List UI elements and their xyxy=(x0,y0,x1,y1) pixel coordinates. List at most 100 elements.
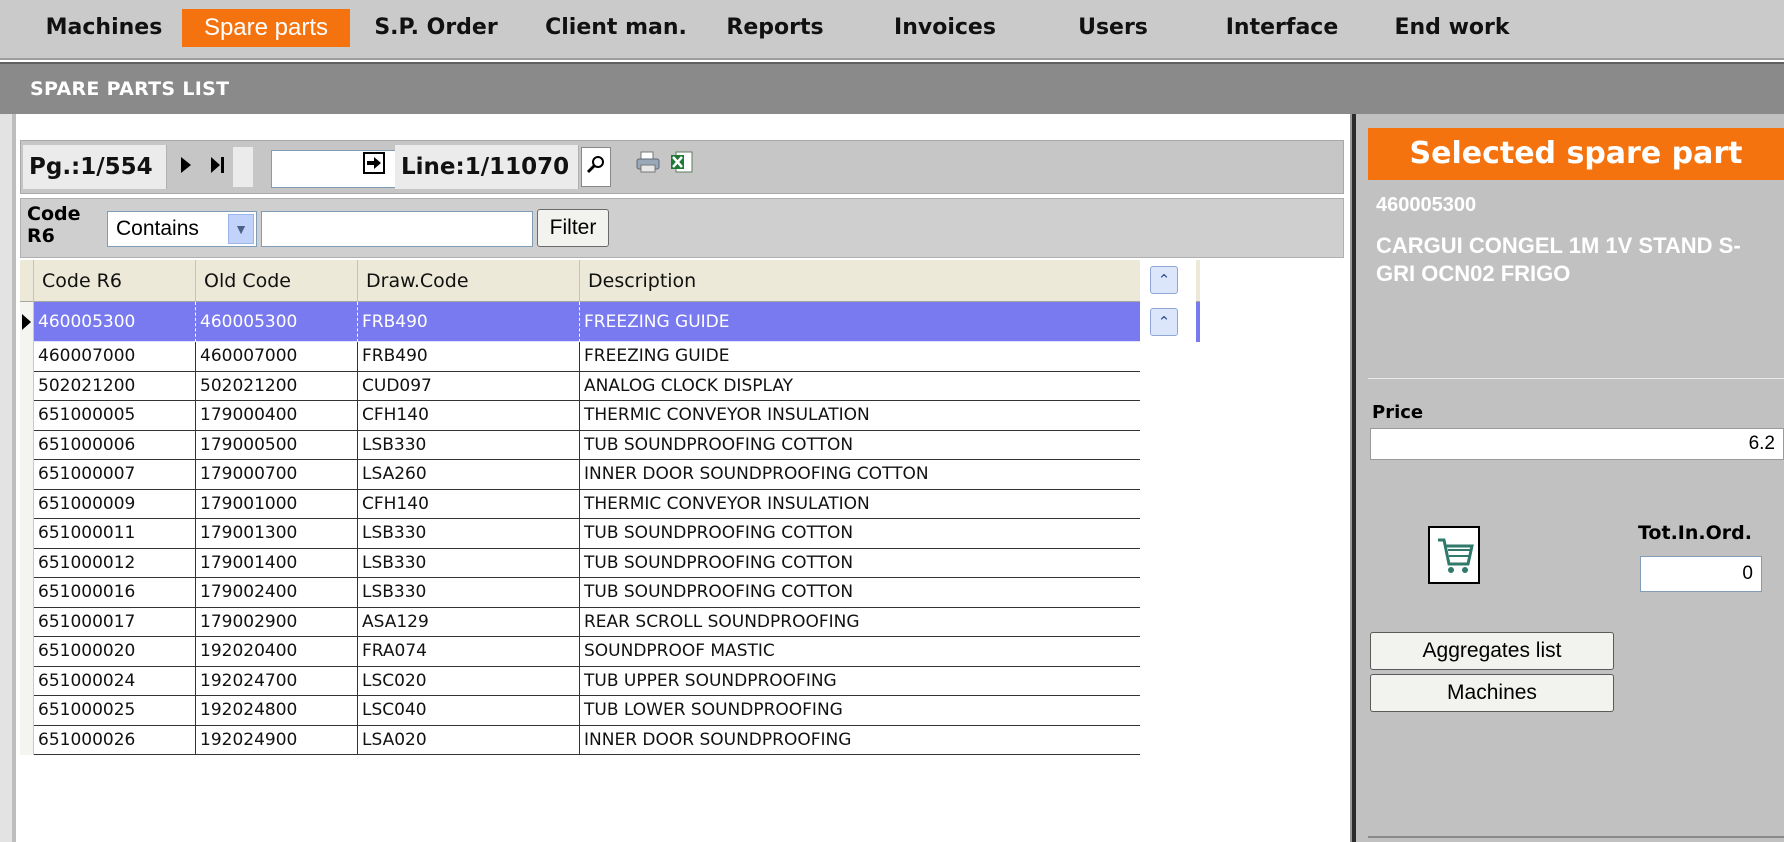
cell-draw-code[interactable]: LSB330 xyxy=(358,430,580,460)
cell-draw-code[interactable]: FRB490 xyxy=(358,302,580,342)
nav-interface[interactable]: Interface xyxy=(1218,9,1346,47)
cell-description[interactable]: FREEZING GUIDE xyxy=(580,302,1144,342)
cell-old-code[interactable]: 179001000 xyxy=(196,489,358,519)
cell-code-r6[interactable]: 651000024 xyxy=(34,666,196,696)
cell-draw-code[interactable]: CUD097 xyxy=(358,371,580,401)
cell-old-code[interactable]: 192024700 xyxy=(196,666,358,696)
table-scrollbar[interactable]: ⌃ ⌃ xyxy=(1140,260,1196,842)
cell-description[interactable]: THERMIC CONVEYOR INSULATION xyxy=(580,401,1144,431)
aggregates-list-button[interactable]: Aggregates list xyxy=(1370,632,1614,670)
play-icon[interactable] xyxy=(173,147,199,187)
cell-code-r6[interactable]: 651000025 xyxy=(34,696,196,726)
cell-description[interactable]: ANALOG CLOCK DISPLAY xyxy=(580,371,1144,401)
nav-spare-parts[interactable]: Spare parts xyxy=(182,9,350,47)
cell-draw-code[interactable]: ASA129 xyxy=(358,607,580,637)
table-row[interactable]: 651000009 179001000 CFH140 THERMIC CONVEYOR… xyxy=(20,489,1200,519)
cell-old-code[interactable]: 460005300 xyxy=(196,302,358,342)
scroll-up-icon[interactable]: ⌃ xyxy=(1150,308,1178,336)
cell-old-code[interactable]: 179002900 xyxy=(196,607,358,637)
row-header[interactable] xyxy=(20,302,34,342)
nav-client-man[interactable]: Client man. xyxy=(534,9,698,47)
match-mode-select[interactable]: Contains ▼ xyxy=(107,211,257,247)
column-header-code-r6[interactable]: Code R6 xyxy=(34,260,196,302)
cell-old-code[interactable]: 179001400 xyxy=(196,548,358,578)
filter-button[interactable]: Filter xyxy=(537,209,609,247)
row-header[interactable] xyxy=(20,548,34,578)
cell-old-code[interactable]: 179000500 xyxy=(196,430,358,460)
nav-sp-order[interactable]: S.P. Order xyxy=(372,9,500,47)
cell-code-r6[interactable]: 651000020 xyxy=(34,637,196,667)
filter-input[interactable] xyxy=(261,211,533,247)
cell-description[interactable]: TUB SOUNDPROOFING COTTON xyxy=(580,430,1144,460)
scroll-top-icon[interactable]: ⌃ xyxy=(1150,266,1178,294)
cell-draw-code[interactable]: FRA074 xyxy=(358,637,580,667)
row-header[interactable] xyxy=(20,430,34,460)
table-row[interactable]: 651000011 179001300 LSB330 TUB SOUNDPROOFIN… xyxy=(20,519,1200,549)
cell-code-r6[interactable]: 651000012 xyxy=(34,548,196,578)
row-header[interactable] xyxy=(20,371,34,401)
cell-description[interactable]: TUB UPPER SOUNDPROOFING xyxy=(580,666,1144,696)
cell-description[interactable]: TUB SOUNDPROOFING COTTON xyxy=(580,548,1144,578)
cell-old-code[interactable]: 192024800 xyxy=(196,696,358,726)
search-icon[interactable] xyxy=(581,147,611,187)
nav-users[interactable]: Users xyxy=(1068,9,1158,47)
cell-code-r6[interactable]: 651000007 xyxy=(34,460,196,490)
row-header[interactable] xyxy=(20,489,34,519)
print-icon[interactable] xyxy=(635,147,661,187)
cell-description[interactable]: INNER DOOR SOUNDPROOFING xyxy=(580,725,1144,755)
cell-old-code[interactable]: 179000700 xyxy=(196,460,358,490)
cell-old-code[interactable]: 179000400 xyxy=(196,401,358,431)
table-row[interactable]: 651000017 179002900 ASA129 REAR SCROLL SOUN… xyxy=(20,607,1200,637)
cell-code-r6[interactable]: 651000009 xyxy=(34,489,196,519)
table-row[interactable]: 651000007 179000700 LSA260 INNER DOOR SOUND… xyxy=(20,460,1200,490)
table-row[interactable]: 651000024 192024700 LSC020 TUB UPPER SOUNDP… xyxy=(20,666,1200,696)
row-header[interactable] xyxy=(20,607,34,637)
table-row[interactable]: 651000025 192024800 LSC040 TUB LOWER SOUNDP… xyxy=(20,696,1200,726)
column-header-description[interactable]: Description xyxy=(580,260,1144,302)
nav-machines[interactable]: Machines xyxy=(40,9,168,47)
row-header[interactable] xyxy=(20,342,34,372)
cell-draw-code[interactable]: LSC040 xyxy=(358,696,580,726)
row-header[interactable] xyxy=(20,519,34,549)
table-row[interactable]: 651000026 192024900 LSA020 INNER DOOR SOUND… xyxy=(20,725,1200,755)
cell-description[interactable]: REAR SCROLL SOUNDPROOFING xyxy=(580,607,1144,637)
cell-description[interactable]: FREEZING GUIDE xyxy=(580,342,1144,372)
cell-description[interactable]: THERMIC CONVEYOR INSULATION xyxy=(580,489,1144,519)
cell-description[interactable]: SOUNDPROOF MASTIC xyxy=(580,637,1144,667)
cell-old-code[interactable]: 179001300 xyxy=(196,519,358,549)
cell-old-code[interactable]: 460007000 xyxy=(196,342,358,372)
row-header[interactable] xyxy=(20,725,34,755)
cart-icon[interactable] xyxy=(1428,526,1480,584)
cell-code-r6[interactable]: 651000016 xyxy=(34,578,196,608)
nav-reports[interactable]: Reports xyxy=(720,9,830,47)
table-row[interactable]: 651000012 179001400 LSB330 TUB SOUNDPROOFIN… xyxy=(20,548,1200,578)
row-header[interactable] xyxy=(20,666,34,696)
cell-draw-code[interactable]: LSC020 xyxy=(358,666,580,696)
last-page-icon[interactable] xyxy=(205,147,231,187)
row-header[interactable] xyxy=(20,401,34,431)
column-header-draw-code[interactable]: Draw.Code xyxy=(358,260,580,302)
nav-end-work[interactable]: End work xyxy=(1390,9,1514,47)
row-header[interactable] xyxy=(20,637,34,667)
cell-draw-code[interactable]: LSB330 xyxy=(358,578,580,608)
column-header-old-code[interactable]: Old Code xyxy=(196,260,358,302)
cell-old-code[interactable]: 179002400 xyxy=(196,578,358,608)
row-header[interactable] xyxy=(20,460,34,490)
excel-icon[interactable] xyxy=(669,147,695,187)
cell-description[interactable]: TUB SOUNDPROOFING COTTON xyxy=(580,519,1144,549)
cell-description[interactable]: INNER DOOR SOUNDPROOFING COTTON xyxy=(580,460,1144,490)
goto-icon[interactable] xyxy=(361,147,387,187)
cell-code-r6[interactable]: 502021200 xyxy=(34,371,196,401)
cell-draw-code[interactable]: LSA260 xyxy=(358,460,580,490)
cell-code-r6[interactable]: 460005300 xyxy=(34,302,196,342)
cell-code-r6[interactable]: 460007000 xyxy=(34,342,196,372)
cell-draw-code[interactable]: LSA020 xyxy=(358,725,580,755)
table-row[interactable]: 651000020 192020400 FRA074 SOUNDPROOF MASTI… xyxy=(20,637,1200,667)
table-row[interactable]: 651000006 179000500 LSB330 TUB SOUNDPROOFIN… xyxy=(20,430,1200,460)
cell-description[interactable]: TUB LOWER SOUNDPROOFING xyxy=(580,696,1144,726)
cell-old-code[interactable]: 502021200 xyxy=(196,371,358,401)
cell-draw-code[interactable]: FRB490 xyxy=(358,342,580,372)
cell-code-r6[interactable]: 651000026 xyxy=(34,725,196,755)
cell-description[interactable]: TUB SOUNDPROOFING COTTON xyxy=(580,578,1144,608)
cell-draw-code[interactable]: CFH140 xyxy=(358,489,580,519)
